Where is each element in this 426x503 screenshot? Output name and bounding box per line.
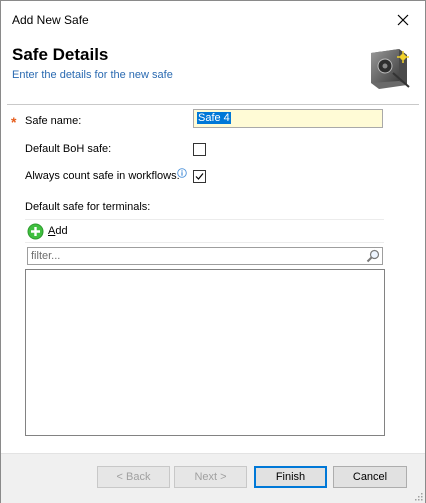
- page-title: Safe Details: [12, 45, 109, 64]
- checkmark-icon: [195, 173, 204, 180]
- window-title: Add New Safe: [12, 13, 89, 27]
- add-label: Add: [48, 225, 68, 237]
- close-icon: [397, 14, 409, 26]
- title-bar: Add New Safe: [1, 1, 425, 40]
- default-boh-label: Default BoH safe:: [25, 143, 112, 155]
- add-terminal-button[interactable]: Add: [27, 222, 68, 240]
- add-label-rest: dd: [55, 225, 68, 237]
- search-icon[interactable]: [366, 249, 380, 263]
- terminals-list[interactable]: [25, 269, 385, 436]
- info-icon[interactable]: [177, 168, 187, 178]
- header-divider: [7, 104, 419, 105]
- add-new-safe-dialog: Add New Safe Safe Details Enter the deta…: [0, 0, 426, 503]
- required-marker: *: [11, 114, 17, 130]
- safe-name-label: Safe name:: [25, 115, 82, 127]
- finish-button[interactable]: Finish: [254, 466, 327, 488]
- safe-icon: [371, 49, 410, 89]
- safe-name-value: Safe 4: [197, 112, 231, 124]
- cancel-button[interactable]: Cancel: [333, 466, 407, 488]
- back-button[interactable]: < Back: [97, 466, 170, 488]
- page-subtitle: Enter the details for the new safe: [12, 69, 173, 81]
- wizard-footer: < Back Next > Finish Cancel: [1, 453, 425, 503]
- safe-name-input[interactable]: Safe 4: [193, 109, 383, 128]
- default-boh-checkbox[interactable]: [193, 143, 206, 156]
- close-button[interactable]: [391, 9, 415, 31]
- always-count-label: Always count safe in workflows:: [25, 170, 180, 182]
- always-count-checkbox[interactable]: [193, 170, 206, 183]
- wizard-header: Safe Details Enter the details for the n…: [1, 39, 425, 101]
- filter-input[interactable]: filter...: [27, 247, 383, 265]
- next-button[interactable]: Next >: [174, 466, 247, 488]
- resize-grip-icon[interactable]: [413, 491, 423, 501]
- filter-placeholder: filter...: [31, 250, 61, 262]
- add-icon: [27, 223, 44, 239]
- default-terminals-label: Default safe for terminals:: [25, 201, 151, 213]
- terminals-toolbar: Add: [25, 219, 384, 243]
